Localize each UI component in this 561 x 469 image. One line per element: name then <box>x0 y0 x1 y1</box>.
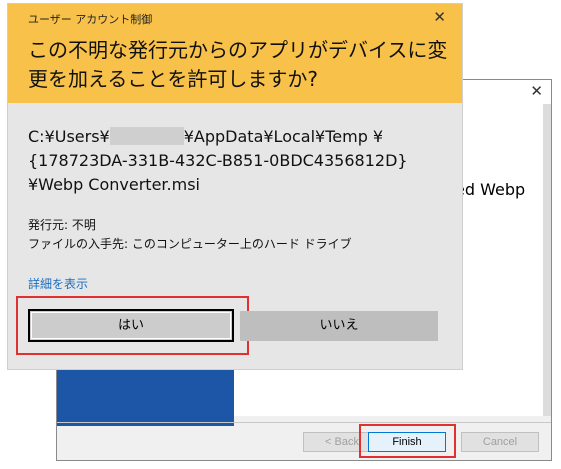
finish-highlight-box <box>359 424 456 458</box>
uac-dialog: ユーザー アカウント制御 ✕ この不明な発行元からのアプリがデバイスに変更を加え… <box>8 4 462 369</box>
installer-close-icon[interactable]: ✕ <box>530 82 543 100</box>
file-origin-info: ファイルの入手先: このコンピューター上のハード ドライブ <box>28 237 352 251</box>
uac-title: ユーザー アカウント制御 <box>28 13 153 26</box>
close-icon[interactable]: ✕ <box>433 8 446 26</box>
installer-side-strip <box>543 104 551 416</box>
uac-question: この不明な発行元からのアプリがデバイスに変更を加えることを許可しますか? <box>28 38 448 91</box>
installer-separator <box>57 422 551 423</box>
program-path: C:¥Users¥ ¥AppData¥Local¥Temp ¥{178723DA-… <box>28 125 448 197</box>
redacted-username <box>109 127 184 145</box>
publisher-info: 発行元: 不明 <box>28 218 96 232</box>
cancel-button[interactable]: Cancel <box>461 432 539 452</box>
installer-body-text: ed Webp <box>455 180 526 199</box>
path-prefix: C:¥Users¥ <box>28 127 110 146</box>
no-button[interactable]: いいえ <box>240 311 438 341</box>
uac-header: ユーザー アカウント制御 ✕ この不明な発行元からのアプリがデバイスに変更を加え… <box>8 4 462 103</box>
yes-button[interactable]: はい <box>28 309 234 342</box>
show-details-link[interactable]: 詳細を表示 <box>28 275 88 292</box>
